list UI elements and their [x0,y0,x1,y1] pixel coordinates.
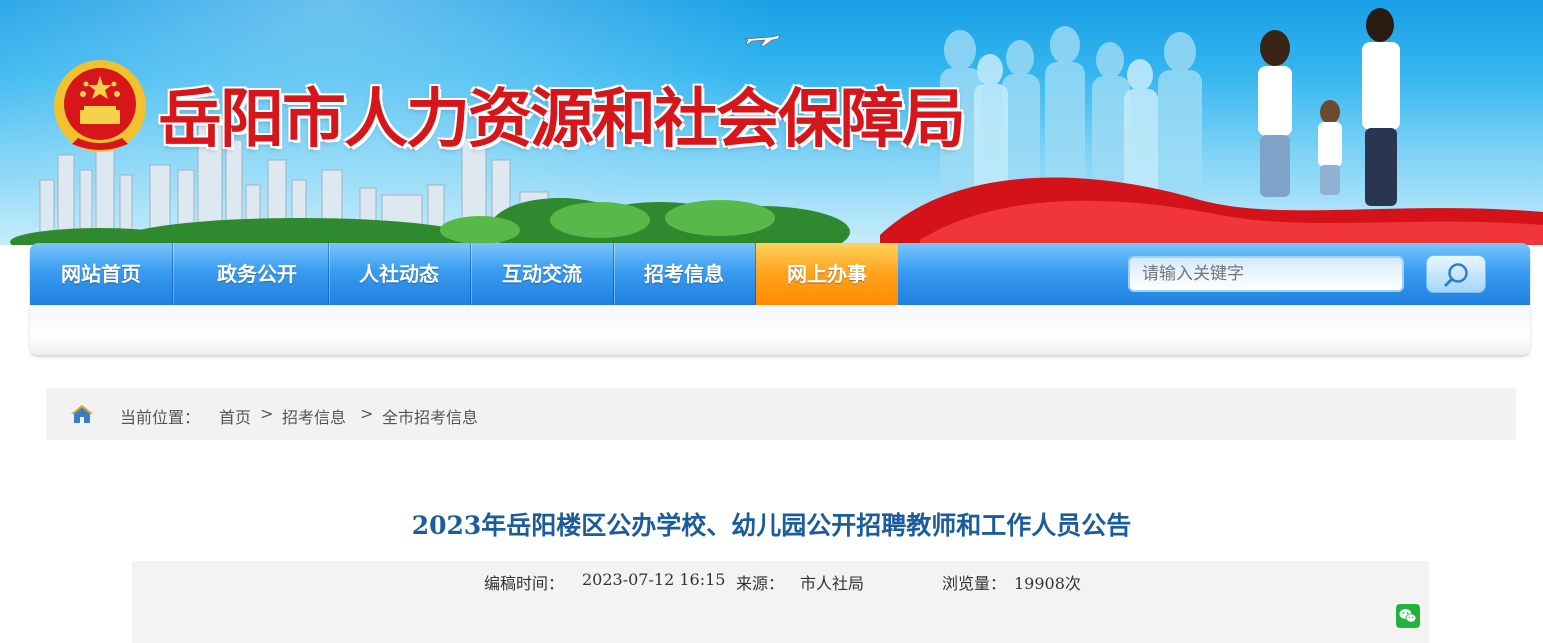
search-button[interactable] [1426,255,1486,293]
nav-item-government-affairs[interactable]: 政务公开 [186,243,329,305]
views-label: 浏览量： [942,574,1007,593]
views-count: 19908次 [1014,574,1081,593]
nav-item-online-services[interactable]: 网上办事 [756,243,898,305]
main-nav: 网站首页 政务公开 人社动态 互动交流 招考信息 网上办事 [30,243,1530,305]
source-value: 市人社局 [800,574,865,593]
site-title: 岳阳市人力资源和社会保障局 [158,83,966,157]
breadcrumb-item-city-recruitment[interactable]: 全市招考信息 [382,404,478,428]
nav-item-recruitment[interactable]: 招考信息 [613,243,756,305]
source-label: 来源： [736,574,785,593]
nav-item-news[interactable]: 人社动态 [328,243,471,305]
airplane-icon [743,34,781,47]
nav-item-home[interactable]: 网站首页 [30,243,173,305]
header-banner: 岳阳市人力资源和社会保障局 [0,0,1543,245]
breadcrumb-item-recruitment[interactable]: 招考信息 [282,404,346,428]
breadcrumb-prefix: 当前位置： [120,408,201,427]
edit-time-label: 编稿时间： [484,574,565,593]
wechat-icon [1399,609,1417,623]
sub-nav-bar [30,305,1530,355]
breadcrumb: 当前位置： 首页 > 招考信息 > 全市招考信息 [46,388,1516,440]
edit-time: 2023-07-12 16:15 [582,570,726,589]
article-meta: 编稿时间： 2023-07-12 16:15 来源： 市人社局 浏览量： 199… [132,561,1429,643]
home-icon [71,405,93,423]
national-emblem-icon [54,60,146,152]
nav-item-interaction[interactable]: 互动交流 [471,243,614,305]
wechat-share-button[interactable] [1396,604,1420,628]
article-title: 2023年岳阳楼区公办学校、幼儿园公开招聘教师和工作人员公告 [411,511,1132,540]
breadcrumb-separator: > [360,404,374,423]
search-input[interactable] [1128,256,1404,292]
search-icon [1444,263,1468,287]
breadcrumb-separator: > [260,404,274,423]
breadcrumb-section: 当前位置： 首页 > 招考信息 > 全市招考信息 [30,372,1530,442]
breadcrumb-item-home[interactable]: 首页 [219,404,251,428]
